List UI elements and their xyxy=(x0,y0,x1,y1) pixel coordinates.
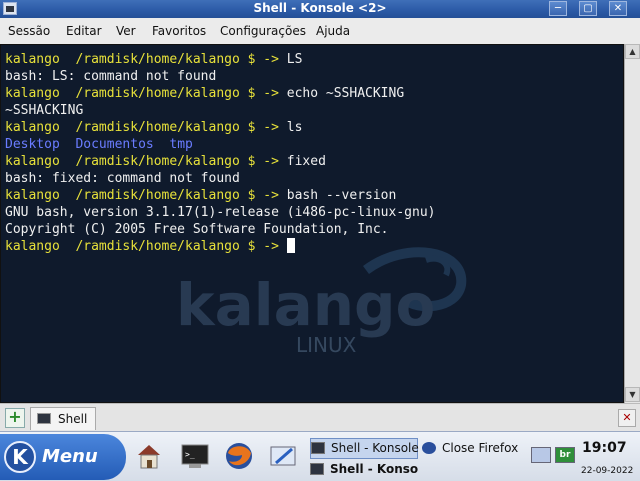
task-label: Close Firefox xyxy=(442,441,519,455)
shell-prompt: kalango /ramdisk/home/kalango $ -> xyxy=(5,239,287,254)
close-session-icon[interactable]: ✕ xyxy=(618,409,636,427)
output-text: GNU bash, version 3.1.17(1)-release (i48… xyxy=(5,205,436,220)
terminal-line: ~SSHACKING xyxy=(5,102,435,119)
k-logo-icon: K xyxy=(4,441,36,473)
shell-prompt: kalango /ramdisk/home/kalango $ -> xyxy=(5,52,287,67)
output-text: Copyright (C) 2005 Free Software Foundat… xyxy=(5,222,389,237)
directory-entry: Documentos xyxy=(75,137,170,152)
menu-bar: Sessão Editar Ver Favoritos Configuraçõe… xyxy=(0,18,640,45)
terminal-line: kalango /ramdisk/home/kalango $ -> fixed xyxy=(5,153,435,170)
menu-ajuda[interactable]: Ajuda xyxy=(316,24,350,38)
close-icon[interactable]: ✕ xyxy=(609,1,627,16)
logo-subtitle: LINUX xyxy=(296,333,357,357)
command-text: echo ~SSHACKING xyxy=(286,86,405,101)
command-text: fixed xyxy=(286,154,326,169)
firefox-icon[interactable] xyxy=(224,441,254,471)
menu-configuracoes[interactable]: Configurações xyxy=(220,24,306,38)
k-menu-button[interactable]: K Menu xyxy=(0,434,126,480)
output-text: bash: LS: command not found xyxy=(5,69,217,84)
tab-shell[interactable]: Shell xyxy=(30,407,96,430)
command-text: ls xyxy=(286,120,303,135)
terminal-icon xyxy=(310,463,324,475)
terminal-icon xyxy=(37,413,51,424)
keyboard-layout-indicator[interactable]: br xyxy=(555,447,575,463)
terminal-icon xyxy=(311,442,325,454)
home-icon[interactable] xyxy=(134,441,164,471)
k-menu-label: Menu xyxy=(42,446,98,467)
network-tray-icon[interactable] xyxy=(531,447,551,463)
terminal-line: kalango /ramdisk/home/kalango $ -> xyxy=(5,238,435,255)
firefox-icon xyxy=(422,442,436,454)
command-text: bash --version xyxy=(286,188,397,203)
window-title: Shell - Konsole <2> xyxy=(253,1,387,15)
terminal-line: bash: fixed: command not found xyxy=(5,170,435,187)
terminal-scrollbar[interactable]: ▲ ▼ xyxy=(624,44,640,403)
directory-entry: tmp xyxy=(169,137,193,152)
terminal-line: GNU bash, version 3.1.17(1)-release (i48… xyxy=(5,204,435,221)
scroll-up-arrow-icon[interactable]: ▲ xyxy=(625,44,640,59)
taskbar: K Menu >_ Shell - Konsole Close Firefox … xyxy=(0,431,640,481)
output-text: ~SSHACKING xyxy=(5,103,84,118)
terminal-output: kalango /ramdisk/home/kalango $ -> LS bas… xyxy=(5,51,435,255)
session-tab-bar: + Shell ✕ xyxy=(0,403,640,432)
terminal-line: kalango /ramdisk/home/kalango $ -> LS xyxy=(5,51,435,68)
svg-text:>_: >_ xyxy=(185,450,195,459)
terminal-line: kalango /ramdisk/home/kalango $ -> echo … xyxy=(5,85,435,102)
terminal-line: Copyright (C) 2005 Free Software Foundat… xyxy=(5,221,435,238)
directory-entry: Desktop xyxy=(5,137,76,152)
terminal-line: kalango /ramdisk/home/kalango $ -> ls xyxy=(5,119,435,136)
task-label: Shell - Konsole xyxy=(331,441,419,455)
terminal-line: bash: LS: command not found xyxy=(5,68,435,85)
text-cursor xyxy=(286,238,295,253)
output-text: bash: fixed: command not found xyxy=(5,171,240,186)
menu-editar[interactable]: Editar xyxy=(66,24,102,38)
task-label: Shell - Konso xyxy=(330,462,419,476)
shell-prompt: kalango /ramdisk/home/kalango $ -> xyxy=(5,120,287,135)
menu-favoritos[interactable]: Favoritos xyxy=(152,24,206,38)
task-close-firefox[interactable]: Close Firefox xyxy=(422,439,526,458)
scroll-down-arrow-icon[interactable]: ▼ xyxy=(625,387,640,402)
terminal-line: kalango /ramdisk/home/kalango $ -> bash … xyxy=(5,187,435,204)
shell-prompt: kalango /ramdisk/home/kalango $ -> xyxy=(5,154,287,169)
command-text: LS xyxy=(286,52,303,67)
logo-wordmark: kalango xyxy=(176,271,435,339)
task-shell-konsole[interactable]: Shell - Konso xyxy=(310,460,419,479)
task-shell-konsole-active[interactable]: Shell - Konsole xyxy=(310,438,419,459)
terminal-area[interactable]: kalango LINUX kalango /ramdisk/home/kala… xyxy=(0,44,624,403)
maximize-icon[interactable]: ▢ xyxy=(579,1,597,16)
terminal-line: Desktop Documentos tmp xyxy=(5,136,435,153)
text-editor-icon[interactable] xyxy=(268,441,298,471)
menu-ver[interactable]: Ver xyxy=(116,24,136,38)
clock-date: 22-09-2022 xyxy=(581,466,634,476)
shell-prompt: kalango /ramdisk/home/kalango $ -> xyxy=(5,188,287,203)
terminal-launcher-icon[interactable]: >_ xyxy=(180,441,210,471)
minimize-icon[interactable]: ─ xyxy=(549,1,567,16)
new-session-button[interactable]: + xyxy=(5,408,25,428)
clock-time[interactable]: 19:07 xyxy=(582,440,627,456)
shell-prompt: kalango /ramdisk/home/kalango $ -> xyxy=(5,86,287,101)
menu-sessao[interactable]: Sessão xyxy=(8,24,50,38)
tab-label: Shell xyxy=(58,412,88,426)
title-bar[interactable]: Shell - Konsole <2> ─ ▢ ✕ xyxy=(0,0,640,18)
